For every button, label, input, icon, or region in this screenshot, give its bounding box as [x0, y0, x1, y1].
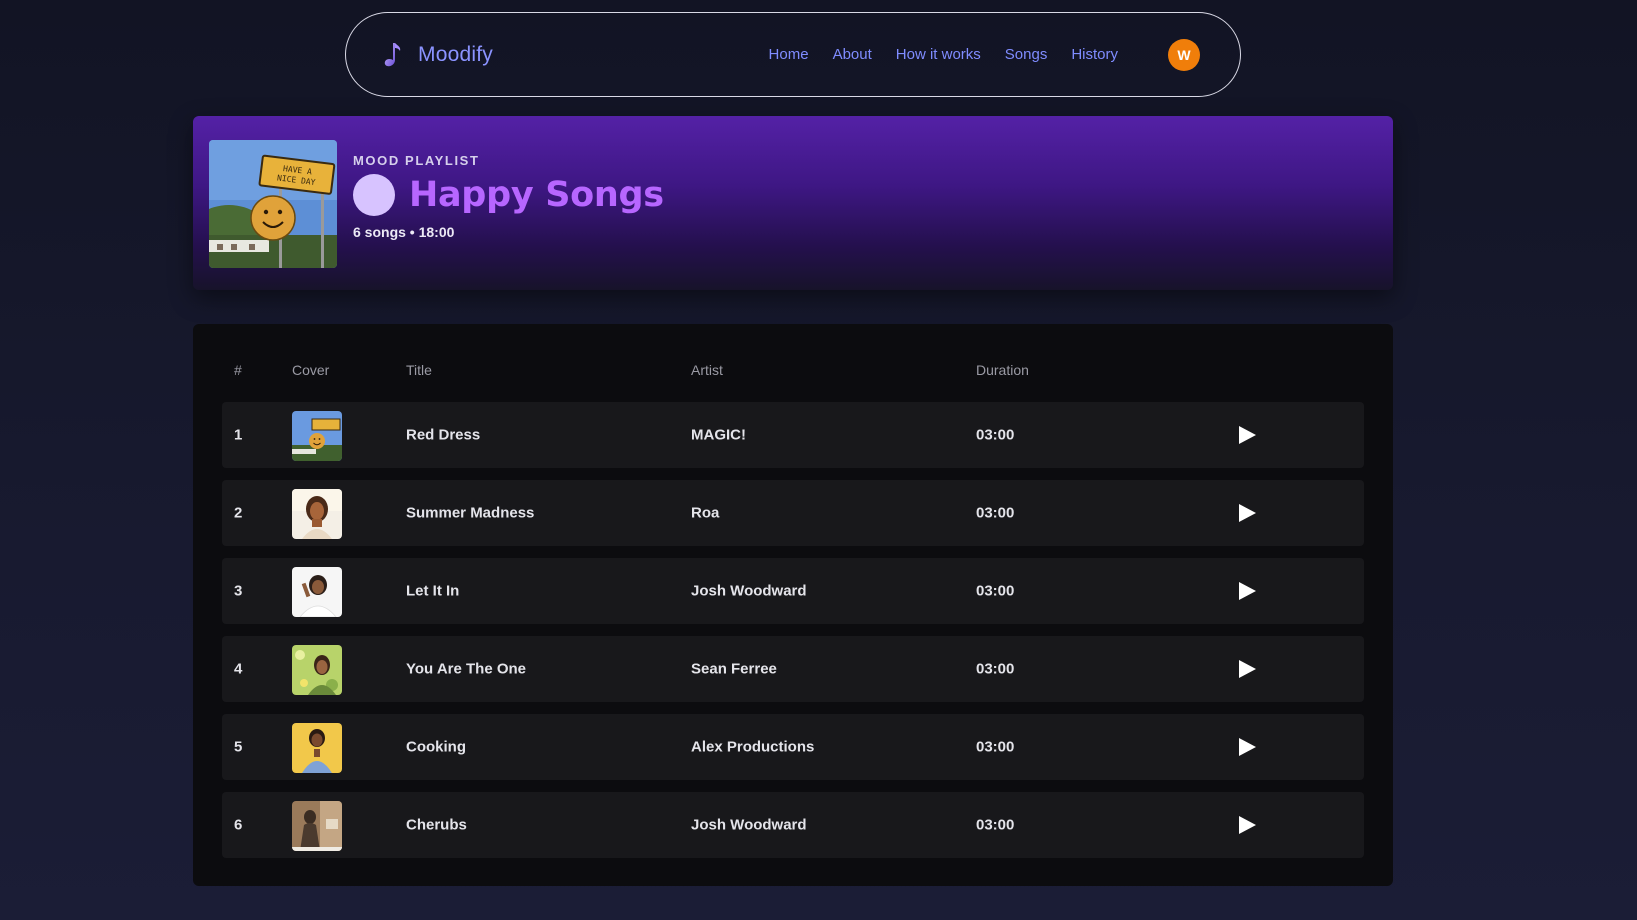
play-icon[interactable] — [1236, 658, 1260, 680]
song-duration: 03:00 — [976, 816, 1015, 834]
table-row[interactable]: 5 Cooking Alex Productions 03:00 — [222, 714, 1364, 780]
row-number: 6 — [234, 816, 243, 834]
playlist-header: HAVE A NICE DAY MOOD PLAYLIST Happy Song… — [193, 116, 1393, 290]
song-title: Cooking — [406, 738, 466, 756]
row-number: 3 — [234, 582, 243, 600]
playlist-title: Happy Songs — [409, 175, 664, 215]
row-number: 2 — [234, 504, 243, 522]
song-title: Let It In — [406, 582, 460, 600]
song-cover-image — [292, 801, 342, 851]
play-icon[interactable] — [1236, 502, 1260, 524]
play-icon[interactable] — [1236, 736, 1260, 758]
song-artist: Josh Woodward — [691, 582, 807, 600]
header-duration: Duration — [976, 362, 1029, 378]
table-row[interactable]: 1 Red Dress MAGIC! 03:00 — [222, 402, 1364, 468]
row-number: 4 — [234, 660, 243, 678]
nav-how-it-works[interactable]: How it works — [896, 46, 981, 63]
song-title: Red Dress — [406, 426, 481, 444]
table-row[interactable]: 4 You Are The One Sean Ferree 03:00 — [222, 636, 1364, 702]
playlist-eyebrow: MOOD PLAYLIST — [353, 153, 480, 168]
play-icon[interactable] — [1236, 580, 1260, 602]
nav-home[interactable]: Home — [769, 46, 809, 63]
song-cover-image — [292, 645, 342, 695]
song-duration: 03:00 — [976, 660, 1015, 678]
song-cover-image — [292, 411, 342, 461]
song-duration: 03:00 — [976, 582, 1015, 600]
header-cover: Cover — [292, 362, 330, 378]
song-title: Summer Madness — [406, 504, 535, 522]
mood-indicator — [353, 174, 395, 216]
header-title: Title — [406, 362, 432, 378]
header-number: # — [234, 362, 242, 378]
row-number: 1 — [234, 426, 243, 444]
song-title: Cherubs — [406, 816, 467, 834]
table-row[interactable]: 2 Summer Madness Roa 03:00 — [222, 480, 1364, 546]
table-row[interactable]: 3 Let It In Josh Woodward 03:00 — [222, 558, 1364, 624]
song-cover-image — [292, 489, 342, 539]
song-duration: 03:00 — [976, 426, 1015, 444]
music-note-icon — [376, 40, 406, 70]
playlist-meta: 6 songs • 18:00 — [353, 224, 455, 240]
song-artist: Josh Woodward — [691, 816, 807, 834]
song-duration: 03:00 — [976, 504, 1015, 522]
song-artist: Sean Ferree — [691, 660, 777, 678]
header-artist: Artist — [691, 362, 723, 378]
table-header: # Cover Title Artist Duration — [193, 362, 1393, 382]
song-list: 1 Red Dress MAGIC! 03:00 2 Summer Madnes… — [222, 402, 1364, 870]
play-icon[interactable] — [1236, 814, 1260, 836]
playlist-cover-image: HAVE A NICE DAY — [209, 140, 337, 268]
song-cover-image — [292, 567, 342, 617]
table-row[interactable]: 6 Cherubs Josh Woodward 03:00 — [222, 792, 1364, 858]
nav-songs[interactable]: Songs — [1005, 46, 1048, 63]
row-number: 5 — [234, 738, 243, 756]
song-cover-image — [292, 723, 342, 773]
song-artist: Alex Productions — [691, 738, 815, 756]
songs-table: # Cover Title Artist Duration 1 Red Dres… — [193, 324, 1393, 886]
song-artist: Roa — [691, 504, 720, 522]
song-duration: 03:00 — [976, 738, 1015, 756]
nav-about[interactable]: About — [833, 46, 872, 63]
nav-history[interactable]: History — [1071, 46, 1118, 63]
brand-name: Moodify — [418, 42, 493, 66]
song-title: You Are The One — [406, 660, 527, 678]
play-icon[interactable] — [1236, 424, 1260, 446]
nav-links: Home About How it works Songs History — [769, 46, 1118, 63]
song-artist: MAGIC! — [691, 426, 746, 444]
user-avatar[interactable]: W — [1168, 38, 1200, 71]
brand[interactable]: Moodify — [376, 40, 493, 70]
top-navbar: Moodify Home About How it works Songs Hi… — [345, 12, 1241, 97]
